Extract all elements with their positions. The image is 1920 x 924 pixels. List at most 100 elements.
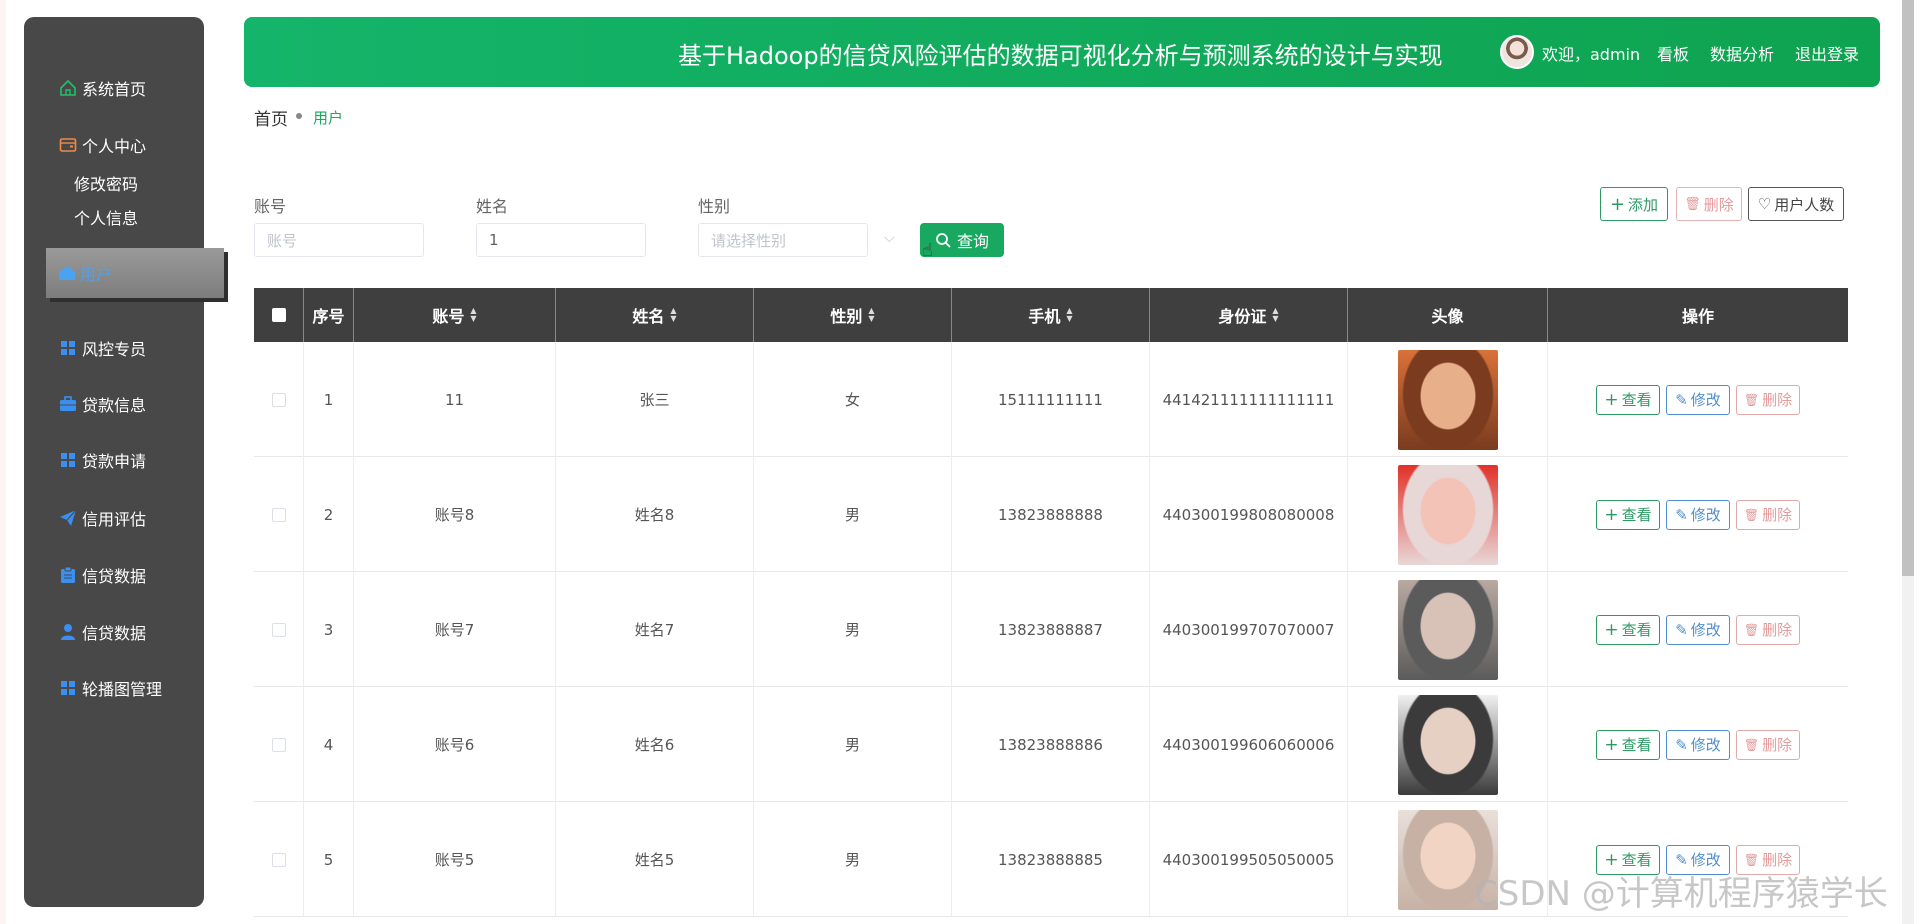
scrollbar-thumb[interactable]: [1902, 0, 1914, 576]
delete-row-button[interactable]: 🗑 删除: [1736, 614, 1800, 645]
avatar-photo[interactable]: [1397, 579, 1498, 680]
edit-button[interactable]: ✎ 修改: [1666, 499, 1730, 530]
sort-icon[interactable]: ▲ ▼: [868, 307, 874, 323]
delete-button[interactable]: 🗑 删除: [1676, 187, 1742, 221]
row-checkbox-cell[interactable]: [254, 687, 304, 802]
search-icon: [935, 232, 951, 248]
cell-gender: 男: [754, 802, 952, 917]
add-button[interactable]: + 添加: [1600, 187, 1668, 221]
sidebar-item-profile-center[interactable]: 个人中心: [24, 130, 204, 160]
cell-actions: + 查看 ✎ 修改 🗑 删除: [1548, 457, 1848, 572]
view-button[interactable]: + 查看: [1596, 614, 1660, 645]
column-header-name[interactable]: 姓名 ▲ ▼: [556, 288, 754, 342]
column-header-idcard[interactable]: 身份证 ▲ ▼: [1150, 288, 1348, 342]
chevron-down-icon[interactable]: ⌵: [884, 230, 895, 246]
sidebar-item-credit-evaluation[interactable]: 信用评估: [24, 503, 204, 533]
sidebar-item-loan-application[interactable]: 贷款申请: [24, 445, 204, 475]
cell-account: 账号5: [354, 802, 556, 917]
row-checkbox-cell[interactable]: [254, 457, 304, 572]
row-checkbox[interactable]: [271, 507, 286, 522]
pencil-icon: ✎: [1675, 735, 1688, 754]
sidebar: 系统首页 个人中心 修改密码 个人信息 风控专员 贷款信息 贷款申请 信用评估: [24, 17, 204, 907]
sidebar-item-carousel-management[interactable]: 轮播图管理: [24, 673, 204, 703]
delete-row-button[interactable]: 🗑 删除: [1736, 499, 1800, 530]
avatar-photo[interactable]: [1397, 349, 1498, 450]
welcome-text: 欢迎，admin: [1542, 45, 1641, 64]
cell-phone: 13823888885: [952, 802, 1150, 917]
sidebar-item-risk-officer[interactable]: 风控专员: [24, 333, 204, 363]
logout-link[interactable]: 退出登录: [1795, 41, 1859, 65]
column-header-phone[interactable]: 手机 ▲ ▼: [952, 288, 1150, 342]
delete-row-button[interactable]: 🗑 删除: [1736, 729, 1800, 760]
account-input[interactable]: 账号: [254, 223, 424, 257]
cell-account: 账号8: [354, 457, 556, 572]
view-button[interactable]: + 查看: [1596, 499, 1660, 530]
cell-gender: 男: [754, 457, 952, 572]
sidebar-item-credit-data-1[interactable]: 信贷数据: [24, 560, 204, 590]
cell-gender: 女: [754, 342, 952, 457]
clipboard-icon: [58, 565, 78, 585]
sidebar-item-label: 信用评估: [82, 510, 147, 529]
row-checkbox[interactable]: [271, 852, 286, 867]
select-all-checkbox[interactable]: [271, 308, 286, 322]
search-button-label: 查询: [956, 232, 989, 251]
plus-icon: +: [1604, 619, 1619, 640]
avatar[interactable]: [1500, 35, 1534, 69]
view-button[interactable]: + 查看: [1596, 384, 1660, 415]
trash-icon: 🗑: [1743, 737, 1760, 752]
edit-button[interactable]: ✎ 修改: [1666, 384, 1730, 415]
view-button-label: 查看: [1621, 621, 1652, 639]
sidebar-item-label: 轮播图管理: [82, 680, 163, 699]
delete-row-button-label: 删除: [1762, 506, 1793, 524]
trash-icon: 🗑: [1743, 852, 1760, 867]
view-button[interactable]: + 查看: [1596, 729, 1660, 760]
column-header-gender[interactable]: 性别 ▲ ▼: [754, 288, 952, 342]
select-all-checkbox-cell[interactable]: [254, 288, 304, 342]
breadcrumb-home[interactable]: 首页: [254, 105, 288, 130]
sort-icon[interactable]: ▲ ▼: [1066, 307, 1072, 323]
sidebar-item-home[interactable]: 系统首页: [24, 73, 204, 103]
grid-icon: [58, 450, 78, 470]
view-button-label: 查看: [1621, 391, 1652, 409]
column-header-account[interactable]: 账号 ▲ ▼: [354, 288, 556, 342]
sidebar-item-personal-info[interactable]: 个人信息: [74, 205, 138, 229]
sidebar-item-credit-data-2[interactable]: 信贷数据: [24, 617, 204, 647]
sort-icon[interactable]: ▲ ▼: [670, 307, 676, 323]
watermark: CSDN @计算机程序猿学长: [1474, 874, 1888, 914]
cell-avatar: [1348, 572, 1548, 687]
account-label: 账号: [254, 197, 287, 216]
avatar-photo[interactable]: [1397, 464, 1498, 565]
row-checkbox[interactable]: [271, 622, 286, 637]
grid-icon: [58, 338, 78, 358]
edit-button[interactable]: ✎ 修改: [1666, 729, 1730, 760]
sidebar-item-loan-info[interactable]: 贷款信息: [24, 389, 204, 419]
name-input[interactable]: 1: [476, 223, 646, 257]
cell-no: 2: [304, 457, 354, 572]
avatar-photo[interactable]: [1397, 694, 1498, 795]
cell-idcard: 441421111111111111: [1150, 342, 1348, 457]
row-checkbox[interactable]: [271, 737, 286, 752]
table-header: 序号 账号 ▲ ▼ 姓名 ▲ ▼ 性别 ▲ ▼ 手机 ▲ ▼ 身份证 ▲ ▼ 头像 操作: [254, 288, 1848, 342]
dashboard-link[interactable]: 看板: [1657, 41, 1689, 65]
user-count-button[interactable]: ♡ 用户人数: [1748, 187, 1844, 221]
delete-row-button[interactable]: 🗑 删除: [1736, 384, 1800, 415]
sidebar-item-label: 信贷数据: [82, 624, 147, 643]
trash-icon: 🗑: [1684, 196, 1701, 212]
cell-account: 账号6: [354, 687, 556, 802]
table-row: 1 11 张三女 15111111111 441421111111111111 + 查看 ✎ 修…: [254, 342, 1848, 457]
row-checkbox-cell[interactable]: [254, 342, 304, 457]
sort-icon[interactable]: ▲ ▼: [1272, 307, 1278, 323]
sidebar-item-label: 风控专员: [82, 340, 147, 359]
top-header: 基于Hadoop的信贷风险评估的数据可视化分析与预测系统的设计与实现 欢迎，ad…: [244, 17, 1880, 87]
edit-button[interactable]: ✎ 修改: [1666, 614, 1730, 645]
trash-icon: 🗑: [1743, 392, 1760, 407]
gender-select[interactable]: 请选择性别: [698, 223, 868, 257]
row-checkbox-cell[interactable]: [254, 572, 304, 687]
sort-icon[interactable]: ▲ ▼: [470, 307, 476, 323]
row-checkbox-cell[interactable]: [254, 802, 304, 917]
data-analysis-link[interactable]: 数据分析: [1710, 41, 1774, 65]
sidebar-item-users[interactable]: 用户: [46, 248, 224, 298]
cell-account: 11: [354, 342, 556, 457]
sidebar-item-change-password[interactable]: 修改密码: [74, 171, 138, 195]
row-checkbox[interactable]: [271, 392, 286, 407]
